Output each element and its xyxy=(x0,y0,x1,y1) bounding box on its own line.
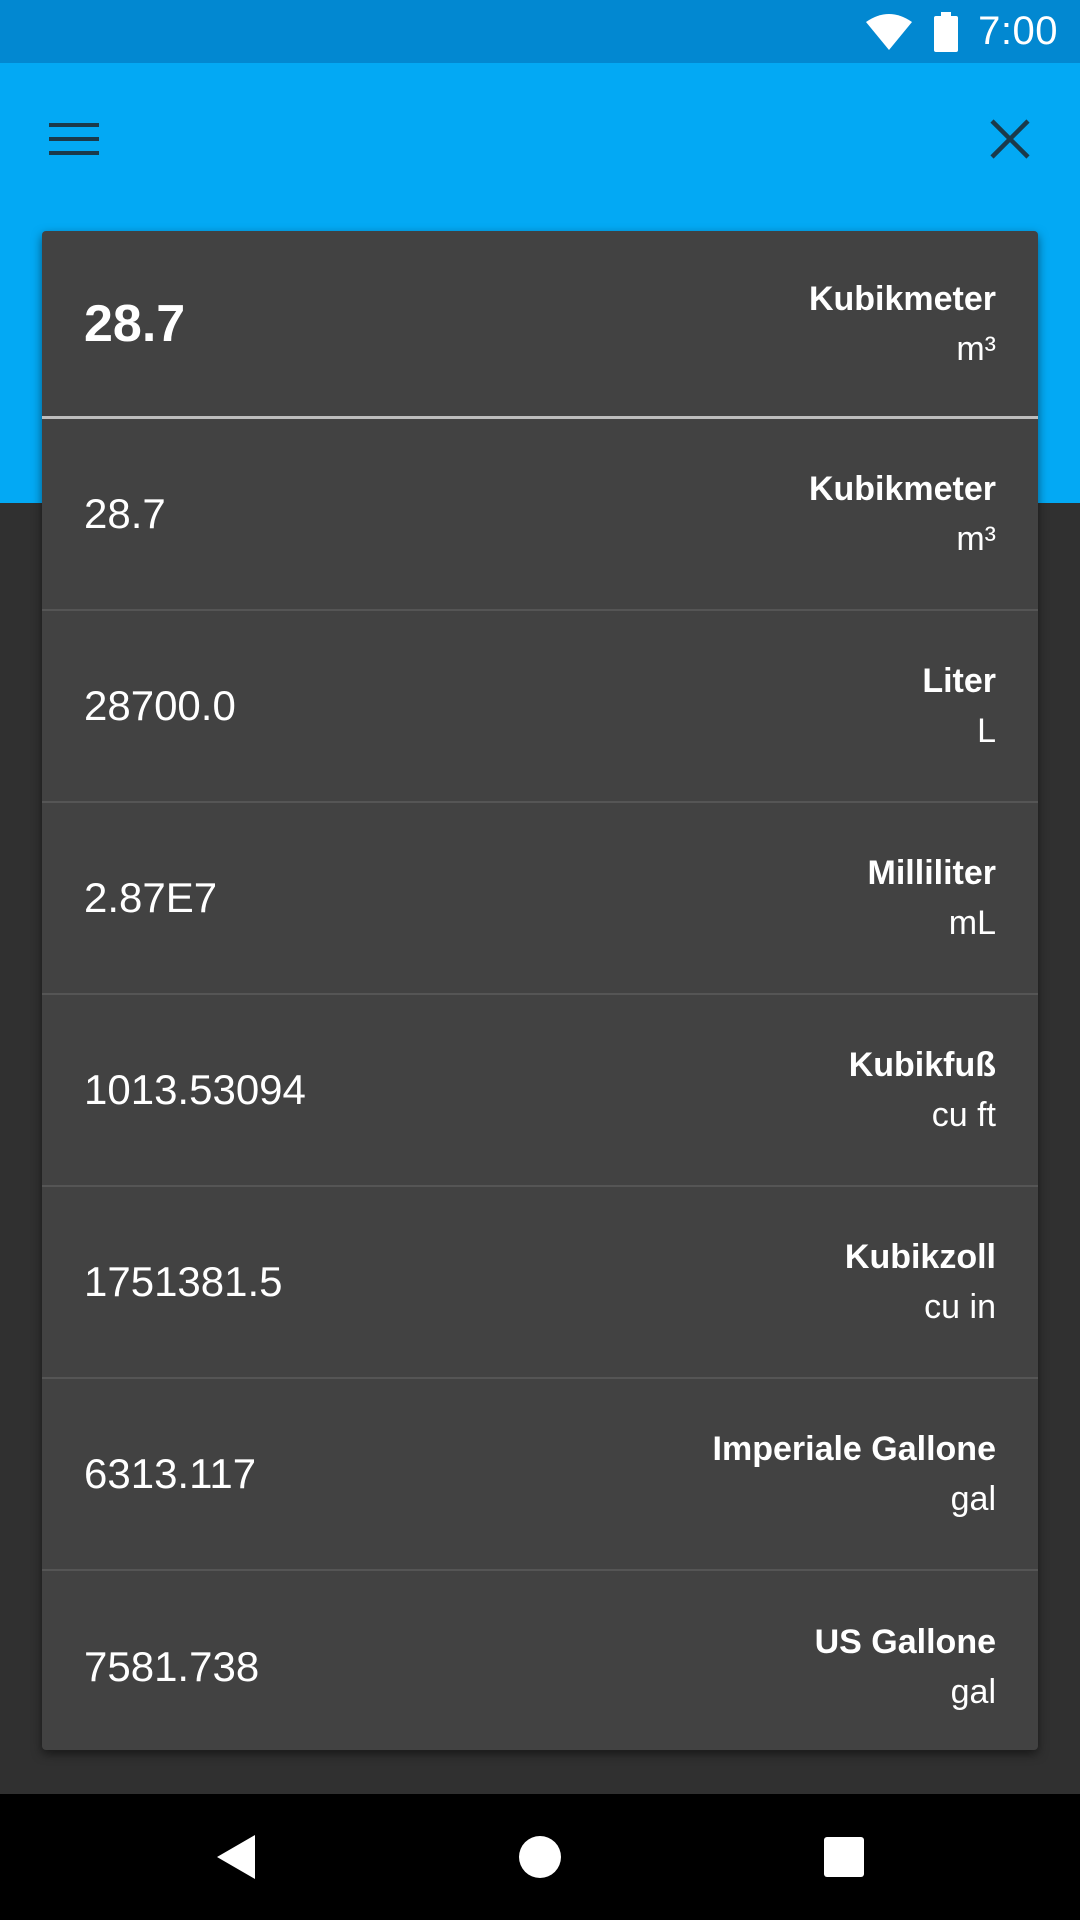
result-row[interactable]: 6313.117 Imperiale Gallone gal xyxy=(42,1379,1038,1571)
status-bar: 7:00 xyxy=(0,0,1080,63)
result-unit-name: Imperiale Gallone xyxy=(712,1430,996,1468)
result-row[interactable]: 28700.0 Liter L xyxy=(42,611,1038,803)
result-value: 2.87E7 xyxy=(84,874,218,921)
recents-button[interactable] xyxy=(809,1824,879,1894)
result-unit-symbol: m³ xyxy=(956,520,996,558)
result-value: 6313.117 xyxy=(84,1450,257,1497)
result-unit: Kubikmeter m³ xyxy=(809,464,996,564)
result-unit: Kubikfuß cu ft xyxy=(849,1040,996,1140)
result-unit-name: Kubikfuß xyxy=(848,1046,996,1084)
result-unit: Imperiale Gallone gal xyxy=(713,1424,996,1524)
result-unit: Liter L xyxy=(922,656,996,756)
input-row[interactable]: 28.7 Kubikmeter m³ xyxy=(42,231,1038,419)
result-unit: Kubikzoll cu in xyxy=(845,1232,996,1332)
menu-icon xyxy=(49,121,99,162)
conversion-card: 28.7 Kubikmeter m³ 28.7 Kubikmeter m³ 28… xyxy=(42,231,1038,1750)
home-button[interactable] xyxy=(505,1824,575,1894)
input-unit-symbol: m³ xyxy=(956,329,996,368)
clock: 7:00 xyxy=(978,9,1058,53)
result-row[interactable]: 1751381.5 Kubikzoll cu in xyxy=(42,1187,1038,1379)
result-value: 1751381.5 xyxy=(84,1258,283,1305)
input-unit[interactable]: Kubikmeter m³ xyxy=(809,274,996,374)
menu-button[interactable] xyxy=(42,109,106,173)
screen: 7:00 28.7 Kubikmeter m³ 28.7 Kubikmeter … xyxy=(0,0,1080,1920)
result-value: 28700.0 xyxy=(84,682,236,729)
home-icon xyxy=(518,1835,562,1884)
result-unit: US Gallone gal xyxy=(815,1617,996,1717)
result-unit-symbol: L xyxy=(977,712,996,750)
result-unit-symbol: mL xyxy=(948,904,996,942)
close-icon xyxy=(989,118,1031,165)
result-value: 28.7 xyxy=(84,490,166,537)
result-value: 1013.53094 xyxy=(84,1066,306,1113)
back-icon xyxy=(215,1833,257,1886)
result-unit-name: US Gallone xyxy=(814,1623,996,1661)
back-button[interactable] xyxy=(201,1824,271,1894)
result-unit-symbol: cu ft xyxy=(931,1096,996,1134)
result-unit-name: Kubikzoll xyxy=(844,1238,996,1276)
battery-icon xyxy=(934,11,959,52)
result-row[interactable]: 2.87E7 Milliliter mL xyxy=(42,803,1038,995)
result-unit-symbol: cu in xyxy=(924,1288,996,1326)
result-row[interactable]: 7581.738 US Gallone gal xyxy=(42,1571,1038,1750)
navigation-bar xyxy=(0,1794,1080,1920)
result-unit-name: Liter xyxy=(922,662,996,700)
result-value: 7581.738 xyxy=(84,1643,260,1690)
input-value[interactable]: 28.7 xyxy=(84,294,185,354)
result-unit-name: Milliliter xyxy=(867,854,996,892)
result-row[interactable]: 1013.53094 Kubikfuß cu ft xyxy=(42,995,1038,1187)
result-unit-symbol: gal xyxy=(950,1673,996,1711)
wifi-icon xyxy=(864,12,914,52)
input-unit-name: Kubikmeter xyxy=(808,279,996,318)
recents-icon xyxy=(824,1836,864,1882)
result-row[interactable]: 28.7 Kubikmeter m³ xyxy=(42,419,1038,611)
result-unit: Milliliter mL xyxy=(868,848,996,948)
result-unit-symbol: gal xyxy=(950,1480,996,1518)
result-unit-name: Kubikmeter xyxy=(808,470,996,508)
close-button[interactable] xyxy=(978,109,1042,173)
